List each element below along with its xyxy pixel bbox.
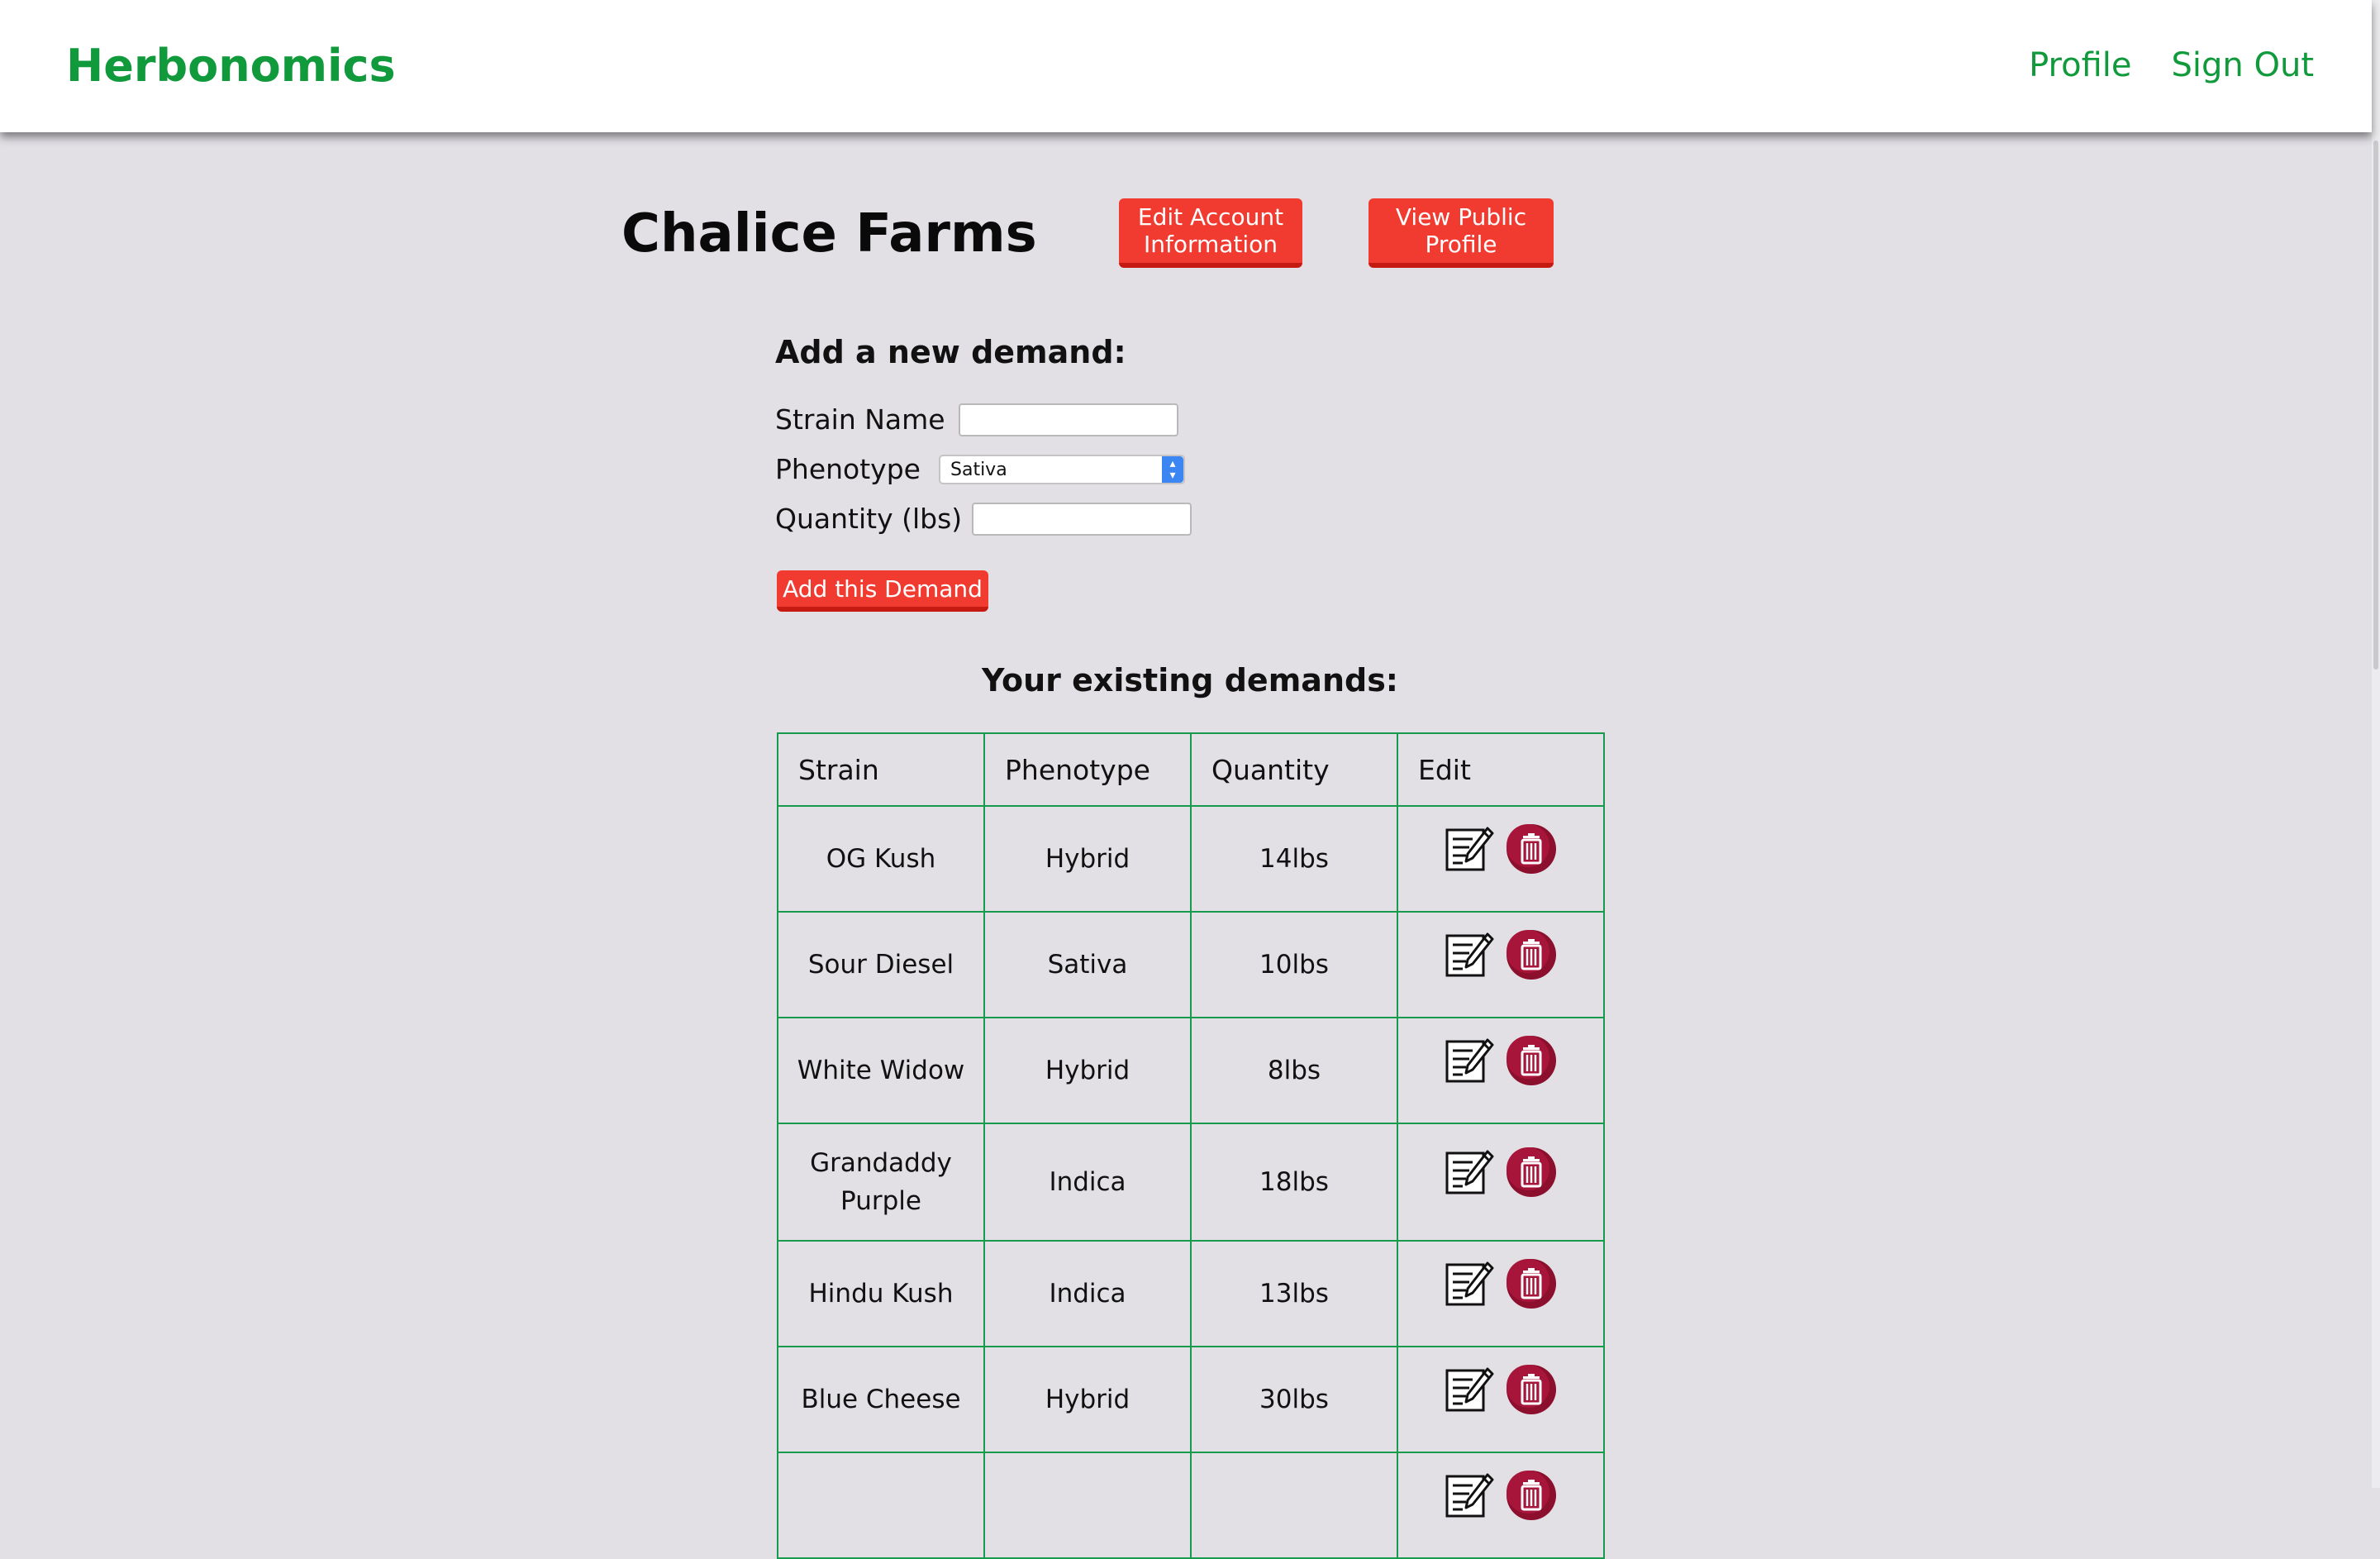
column-header-edit: Edit xyxy=(1397,732,1605,807)
phenotype-label: Phenotype xyxy=(775,453,921,485)
row-actions xyxy=(1398,1470,1603,1532)
trash-icon[interactable] xyxy=(1506,1258,1557,1320)
trash-icon[interactable] xyxy=(1506,1147,1557,1209)
column-header-strain: Strain xyxy=(777,732,985,807)
strain-cell: White Widow xyxy=(797,1056,965,1085)
column-header-quantity: Quantity xyxy=(1190,732,1398,807)
phenotype-cell: Sativa xyxy=(1047,950,1128,980)
edit-icon[interactable] xyxy=(1445,1148,1496,1207)
phenotype-cell: Indica xyxy=(1049,1167,1126,1197)
row-actions xyxy=(1398,1364,1603,1426)
edit-icon[interactable] xyxy=(1445,1037,1496,1095)
nav-link-profile[interactable]: Profile xyxy=(2029,38,2131,93)
quantity-cell: 30lbs xyxy=(1259,1385,1329,1414)
nav-link-sign-out[interactable]: Sign Out xyxy=(2172,38,2314,93)
strain-cell: Blue Cheese xyxy=(801,1385,961,1414)
edit-account-button[interactable]: Edit Account Information xyxy=(1119,198,1302,268)
add-demand-button[interactable]: Add this Demand xyxy=(777,570,988,612)
table-row: Grandaddy Purple Indica 18lbs xyxy=(777,1123,1605,1242)
navbar: Herbonomics Profile Sign Out xyxy=(0,0,2372,132)
edit-icon[interactable] xyxy=(1445,931,1496,989)
trash-icon[interactable] xyxy=(1506,1470,1557,1532)
quantity-cell: 14lbs xyxy=(1259,844,1329,874)
row-actions xyxy=(1398,823,1603,885)
edit-icon[interactable] xyxy=(1445,825,1496,884)
nav-links: Profile Sign Out xyxy=(2029,38,2314,93)
phenotype-cell: Hybrid xyxy=(1045,1385,1130,1414)
trash-icon[interactable] xyxy=(1506,1364,1557,1426)
quantity-cell: 8lbs xyxy=(1267,1056,1321,1085)
table-row xyxy=(777,1452,1605,1559)
page-title: Chalice Farms xyxy=(621,203,1037,265)
quantity-cell: 10lbs xyxy=(1259,950,1329,980)
demands-table: Strain Phenotype Quantity Edit OG Kush H… xyxy=(777,732,1605,1559)
select-arrows-icon: ▴ ▾ xyxy=(1162,456,1183,483)
page-scrollbar[interactable] xyxy=(2372,0,2380,1488)
edit-icon[interactable] xyxy=(1445,1366,1496,1424)
strain-cell: Hindu Kush xyxy=(808,1279,954,1309)
quantity-input[interactable] xyxy=(972,503,1192,536)
phenotype-selected-value: Sativa xyxy=(950,459,1007,480)
row-actions xyxy=(1398,1258,1603,1320)
table-row: Hindu Kush Indica 13lbs xyxy=(777,1240,1605,1347)
trash-icon[interactable] xyxy=(1506,823,1557,885)
table-header-row: Strain Phenotype Quantity Edit xyxy=(777,732,1605,807)
table-row: Sour Diesel Sativa 10lbs xyxy=(777,911,1605,1018)
table-row: Blue Cheese Hybrid 30lbs xyxy=(777,1346,1605,1453)
trash-icon[interactable] xyxy=(1506,929,1557,991)
edit-icon[interactable] xyxy=(1445,1471,1496,1530)
scrollbar-thumb[interactable] xyxy=(2373,141,2378,670)
phenotype-cell: Hybrid xyxy=(1045,1056,1130,1085)
quantity-cell: 18lbs xyxy=(1259,1167,1329,1197)
view-public-profile-button[interactable]: View Public Profile xyxy=(1368,198,1554,268)
add-demand-heading: Add a new demand: xyxy=(775,334,1126,370)
strain-name-label: Strain Name xyxy=(775,403,945,436)
strain-cell: Grandaddy Purple xyxy=(810,1148,952,1216)
row-actions xyxy=(1398,1147,1603,1209)
existing-demands-heading: Your existing demands: xyxy=(981,662,1399,698)
strain-name-input[interactable] xyxy=(959,403,1178,436)
quantity-label: Quantity (lbs) xyxy=(775,503,963,535)
phenotype-cell: Indica xyxy=(1049,1279,1126,1309)
phenotype-select[interactable]: Sativa ▴ ▾ xyxy=(939,455,1185,484)
strain-cell: Sour Diesel xyxy=(807,950,954,980)
strain-cell: OG Kush xyxy=(826,844,936,874)
phenotype-cell: Hybrid xyxy=(1045,844,1130,874)
column-header-phenotype: Phenotype xyxy=(983,732,1192,807)
brand-logo-link[interactable]: Herbonomics xyxy=(66,36,396,96)
table-row: OG Kush Hybrid 14lbs xyxy=(777,805,1605,913)
edit-icon[interactable] xyxy=(1445,1260,1496,1318)
table-row: White Widow Hybrid 8lbs xyxy=(777,1017,1605,1124)
row-actions xyxy=(1398,929,1603,991)
row-actions xyxy=(1398,1035,1603,1097)
quantity-cell: 13lbs xyxy=(1259,1279,1329,1309)
trash-icon[interactable] xyxy=(1506,1035,1557,1097)
